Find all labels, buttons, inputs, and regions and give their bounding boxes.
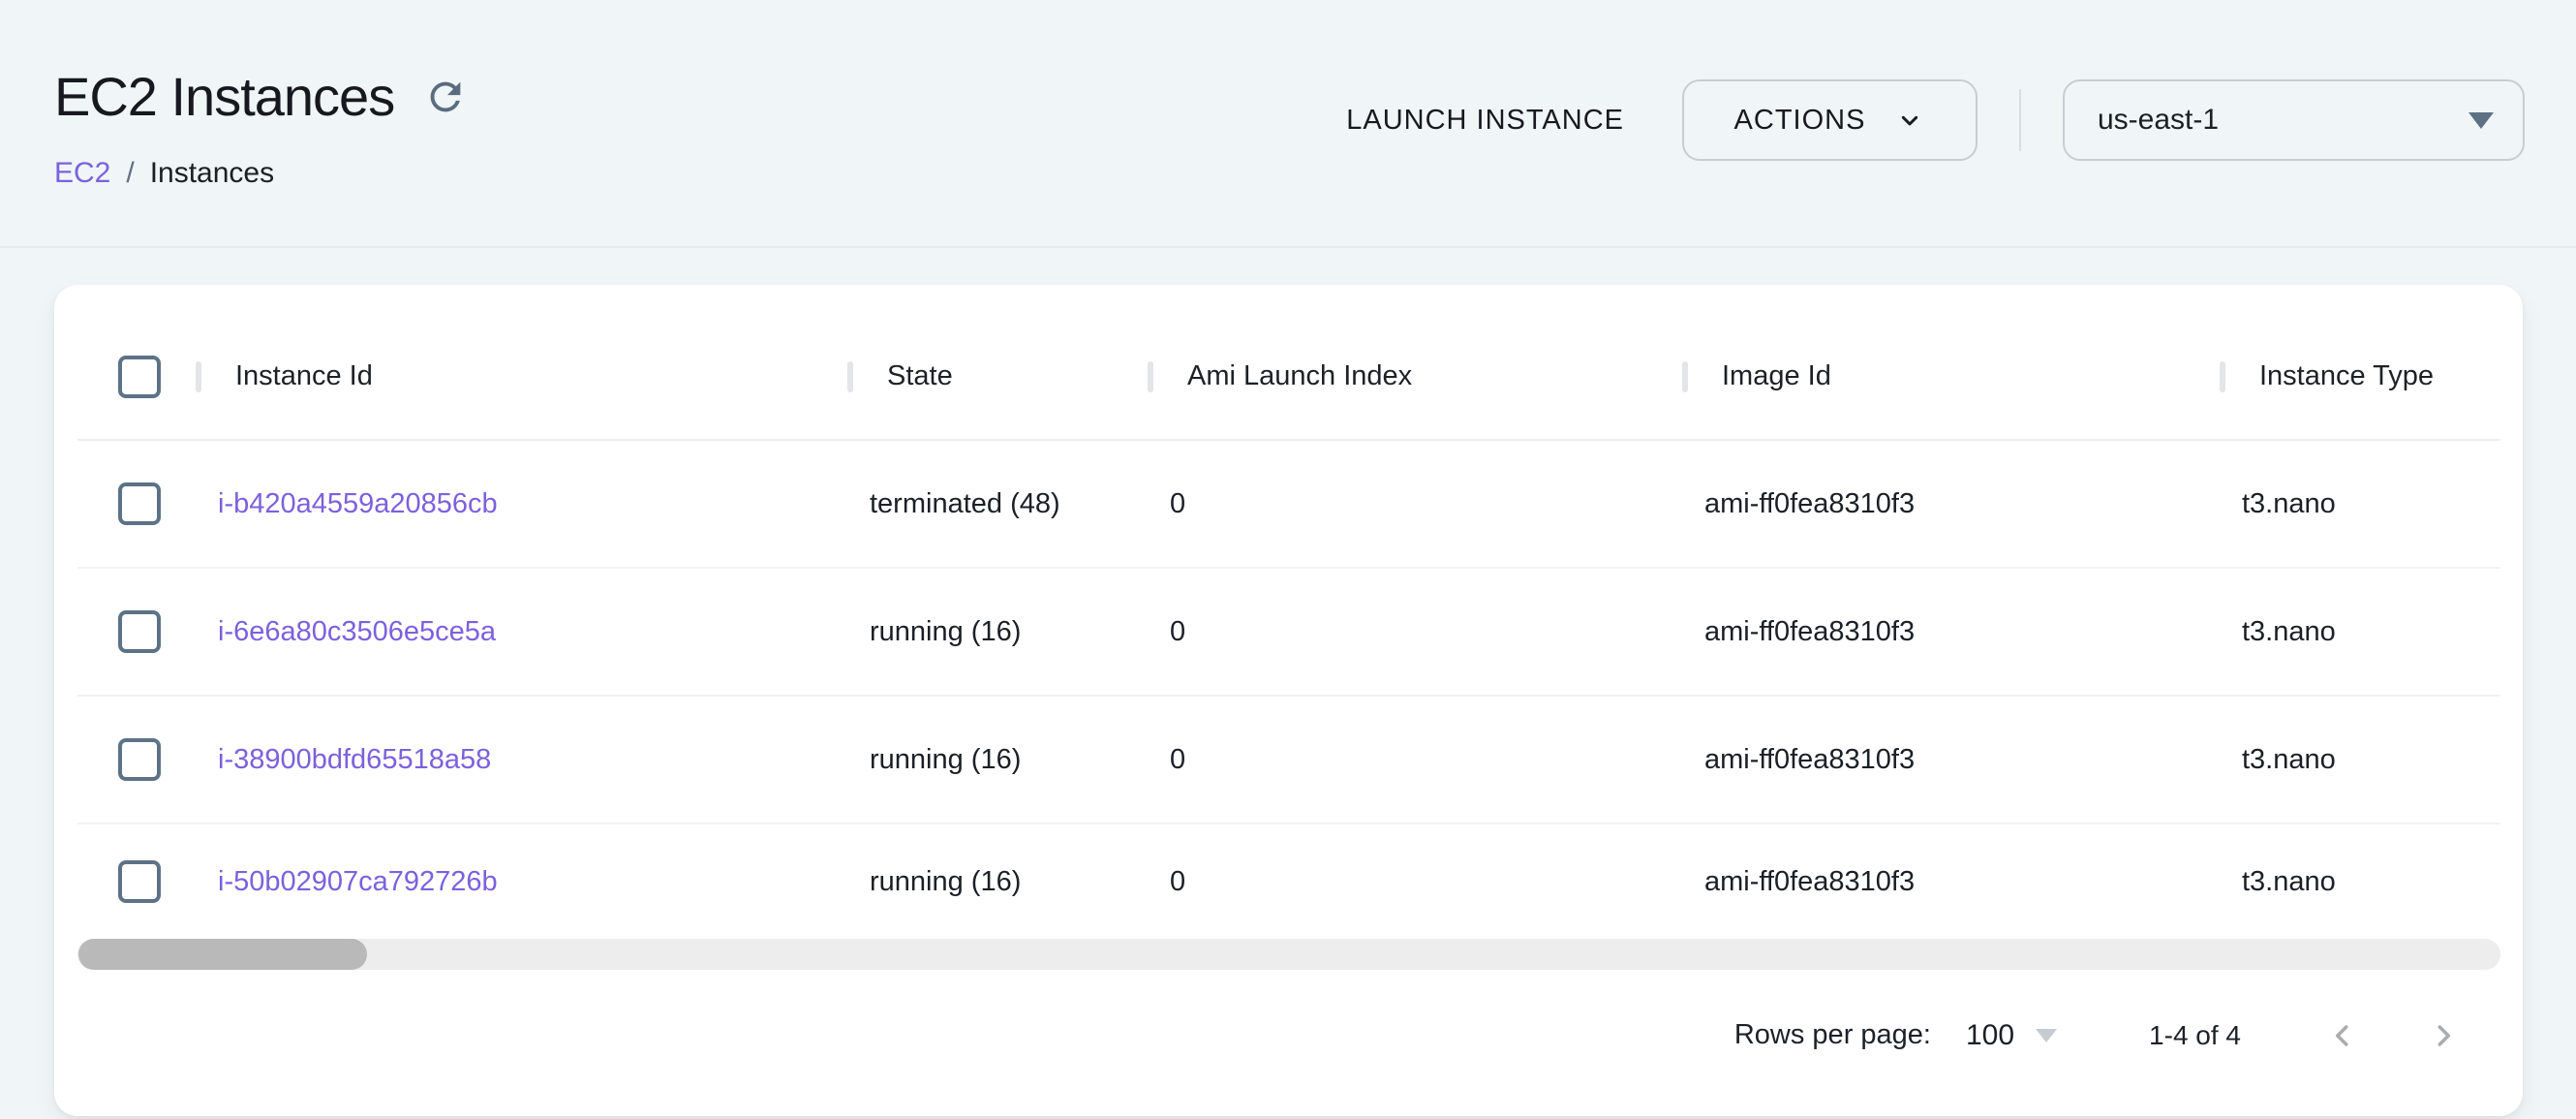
state-cell: terminated (48): [850, 441, 1150, 567]
instance-type-cell: t3.nano: [2223, 824, 2523, 939]
image-id-cell: ami-ff0fea8310f3: [1685, 824, 2223, 939]
column-header-instance-type[interactable]: Instance Type: [2223, 314, 2523, 439]
select-caret-icon: [2469, 112, 2494, 129]
instance-type-cell: t3.nano: [2223, 441, 2523, 567]
header-actions: LAUNCH INSTANCE ACTIONS us-east-1: [1346, 79, 2525, 161]
row-checkbox[interactable]: [118, 738, 161, 781]
previous-page-button[interactable]: [2323, 1016, 2362, 1055]
chevron-down-icon: [1894, 105, 1925, 136]
page-title: EC2 Instances: [54, 66, 394, 128]
chevron-right-icon: [2426, 1018, 2461, 1053]
breadcrumb-link-ec2[interactable]: EC2: [54, 153, 110, 194]
column-header-instance-id[interactable]: Instance Id: [199, 314, 850, 439]
ami-launch-index-cell: 0: [1150, 824, 1685, 939]
rows-per-page-select[interactable]: 100: [1966, 1019, 2057, 1052]
rows-per-page-value: 100: [1966, 1019, 2014, 1052]
instances-card: Instance Id State Ami Launch Index Image…: [54, 285, 2523, 1116]
rows-per-page-label: Rows per page:: [1734, 1019, 1931, 1051]
actions-button[interactable]: ACTIONS: [1682, 79, 1978, 161]
row-checkbox[interactable]: [118, 610, 161, 653]
ami-launch-index-cell: 0: [1150, 697, 1685, 823]
table-row: i-38900bdfd65518a58 running (16) 0 ami-f…: [77, 697, 2500, 824]
launch-instance-button[interactable]: LAUNCH INSTANCE: [1346, 105, 1624, 137]
column-header-label: Image Id: [1722, 360, 1831, 392]
column-header-label: Instance Id: [235, 360, 373, 392]
header-checkbox-cell: [77, 314, 199, 439]
state-cell: running (16): [850, 569, 1150, 695]
image-id-cell: ami-ff0fea8310f3: [1685, 441, 2223, 567]
instance-id-link[interactable]: i-50b02907ca792726b: [218, 866, 498, 898]
ami-launch-index-cell: 0: [1150, 569, 1685, 695]
page-header: EC2 Instances EC2 / Instances LAUNCH INS…: [0, 0, 2576, 248]
state-cell: running (16): [850, 824, 1150, 939]
state-cell: running (16): [850, 697, 1150, 823]
next-page-button[interactable]: [2424, 1016, 2463, 1055]
instance-id-link[interactable]: i-b420a4559a20856cb: [218, 488, 498, 520]
pagination: Rows per page: 100 1-4 of 4: [54, 970, 2523, 1116]
region-select-value: us-east-1: [2098, 104, 2219, 137]
refresh-icon: [423, 75, 468, 119]
table-row: i-b420a4559a20856cb terminated (48) 0 am…: [77, 441, 2500, 569]
title-row: EC2 Instances: [54, 66, 468, 128]
breadcrumb-current: Instances: [150, 153, 274, 194]
table-row: i-6e6a80c3506e5ce5a running (16) 0 ami-f…: [77, 569, 2500, 697]
table-row: i-50b02907ca792726b running (16) 0 ami-f…: [77, 824, 2500, 939]
pagination-range: 1-4 of 4: [2149, 1020, 2241, 1051]
breadcrumb-separator: /: [126, 153, 134, 194]
instance-type-cell: t3.nano: [2223, 569, 2523, 695]
chevron-left-icon: [2325, 1018, 2360, 1053]
column-header-label: State: [887, 360, 953, 392]
column-header-label: Instance Type: [2259, 360, 2434, 392]
instance-type-cell: t3.nano: [2223, 697, 2523, 823]
table-header-row: Instance Id State Ami Launch Index Image…: [77, 314, 2500, 441]
image-id-cell: ami-ff0fea8310f3: [1685, 697, 2223, 823]
row-checkbox[interactable]: [118, 860, 161, 903]
image-id-cell: ami-ff0fea8310f3: [1685, 569, 2223, 695]
dropdown-caret-icon: [2036, 1029, 2057, 1042]
ami-launch-index-cell: 0: [1150, 441, 1685, 567]
instances-table: Instance Id State Ami Launch Index Image…: [77, 314, 2500, 970]
select-all-checkbox[interactable]: [118, 356, 161, 398]
column-header-state[interactable]: State: [850, 314, 1150, 439]
row-checkbox[interactable]: [118, 482, 161, 525]
region-select[interactable]: us-east-1: [2063, 79, 2525, 161]
ec2-instances-page: EC2 Instances EC2 / Instances LAUNCH INS…: [0, 0, 2576, 1119]
actions-button-label: ACTIONS: [1734, 105, 1866, 137]
refresh-button[interactable]: [423, 75, 468, 119]
instance-id-link[interactable]: i-6e6a80c3506e5ce5a: [218, 616, 496, 648]
header-vertical-divider: [2019, 89, 2021, 151]
scrollbar-thumb[interactable]: [78, 939, 367, 970]
breadcrumb: EC2 / Instances: [54, 153, 274, 194]
column-header-ami-launch-index[interactable]: Ami Launch Index: [1150, 314, 1685, 439]
horizontal-scrollbar[interactable]: [77, 939, 2500, 970]
instance-id-link[interactable]: i-38900bdfd65518a58: [218, 744, 491, 776]
column-header-label: Ami Launch Index: [1187, 360, 1412, 392]
column-header-image-id[interactable]: Image Id: [1685, 314, 2223, 439]
